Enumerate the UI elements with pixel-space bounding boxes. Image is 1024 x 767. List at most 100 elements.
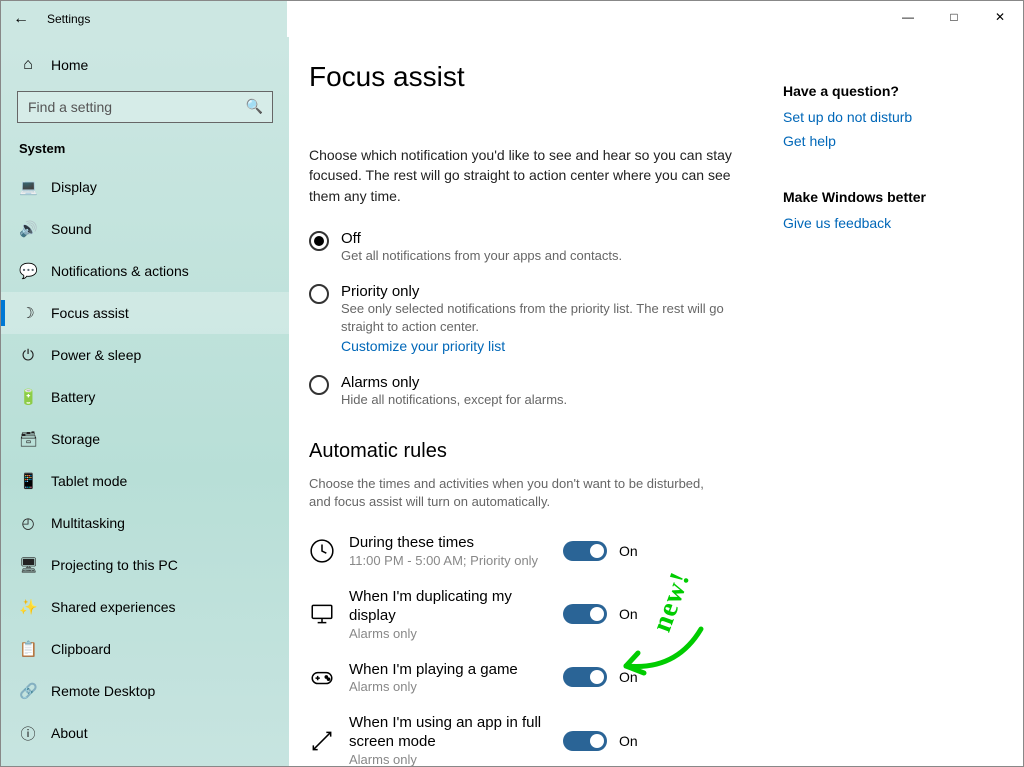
power-icon: ⏻ — [19, 347, 37, 364]
rule-toggle[interactable] — [563, 667, 607, 687]
sidebar-item-about[interactable]: ⓘ About — [1, 712, 289, 754]
sidebar-item-label: Tablet mode — [51, 473, 127, 489]
sidebar-item-multitasking[interactable]: ◴ Multitasking — [1, 502, 289, 544]
radio-indicator — [309, 375, 329, 395]
radio-label: Priority only — [341, 283, 743, 300]
sidebar-item-projecting[interactable]: 🖥 Projecting to this PC — [1, 544, 289, 586]
set-up-dnd-link[interactable]: Set up do not disturb — [783, 109, 1007, 125]
radio-priority-only[interactable]: Priority only See only selected notifica… — [309, 283, 743, 356]
sidebar-item-focus-assist[interactable]: ☽ Focus assist — [1, 292, 289, 334]
rule-playing-game[interactable]: When I'm playing a gameAlarms only On — [309, 661, 743, 695]
toggle-state-label: On — [619, 669, 638, 685]
rule-full-screen-app[interactable]: When I'm using an app in full screen mod… — [309, 714, 743, 766]
rule-duplicating-display[interactable]: When I'm duplicating my displayAlarms on… — [309, 588, 743, 641]
sidebar-item-shared-experiences[interactable]: ✨ Shared experiences — [1, 586, 289, 628]
notifications-icon: 💬 — [19, 262, 37, 280]
titlebar: ← Settings — [1, 1, 1023, 37]
search-icon: 🔍 — [246, 98, 263, 115]
page-description: Choose which notification you'd like to … — [309, 145, 743, 206]
radio-label: Alarms only — [341, 374, 567, 391]
sidebar-item-power-sleep[interactable]: ⏻ Power & sleep — [1, 334, 289, 376]
tablet-icon: 📱 — [19, 472, 37, 490]
rule-subtext: Alarms only — [349, 752, 549, 766]
sidebar-item-label: Remote Desktop — [51, 683, 155, 699]
rule-toggle[interactable] — [563, 731, 607, 751]
rule-label: When I'm using an app in full screen mod… — [349, 714, 549, 752]
sidebar-item-storage[interactable]: 🗃 Storage — [1, 418, 289, 460]
sidebar-item-sound[interactable]: 🔊 Sound — [1, 208, 289, 250]
sidebar-item-label: Display — [51, 179, 97, 195]
gamepad-icon — [309, 664, 335, 690]
rule-toggle[interactable] — [563, 541, 607, 561]
radio-subtext: See only selected notifications from the… — [341, 300, 743, 336]
sidebar-item-notifications[interactable]: 💬 Notifications & actions — [1, 250, 289, 292]
storage-icon: 🗃 — [19, 430, 37, 448]
toggle-state-label: On — [619, 606, 638, 622]
sidebar-item-label: Shared experiences — [51, 599, 176, 615]
sidebar-item-label: Battery — [51, 389, 95, 405]
sidebar-item-label: Power & sleep — [51, 347, 141, 363]
home-nav[interactable]: ⌂ Home — [1, 45, 289, 85]
clipboard-icon: 📋 — [19, 640, 37, 658]
close-button[interactable]: ✕ — [977, 1, 1023, 33]
display-icon: 💻 — [19, 178, 37, 196]
page-title: Focus assist — [309, 61, 743, 93]
radio-indicator — [309, 284, 329, 304]
radio-subtext: Get all notifications from your apps and… — [341, 247, 622, 265]
focus-assist-icon: ☽ — [19, 304, 37, 322]
sidebar-item-label: Storage — [51, 431, 100, 447]
remote-desktop-icon: 🔗 — [19, 682, 37, 700]
rule-subtext: Alarms only — [349, 626, 549, 641]
sidebar-item-label: Projecting to this PC — [51, 557, 178, 573]
window-title: Settings — [47, 12, 90, 26]
maximize-button[interactable]: □ — [931, 1, 977, 33]
back-button[interactable]: ← — [13, 10, 41, 28]
search-input[interactable] — [17, 91, 273, 123]
sidebar-item-label: Multitasking — [51, 515, 125, 531]
customize-priority-link[interactable]: Customize your priority list — [341, 338, 505, 354]
radio-off[interactable]: Off Get all notifications from your apps… — [309, 230, 743, 265]
battery-icon: 🔋 — [19, 388, 37, 406]
minimize-button[interactable]: ― — [885, 1, 931, 33]
sidebar-section-label: System — [1, 133, 289, 166]
question-header: Have a question? — [783, 83, 1007, 99]
give-feedback-link[interactable]: Give us feedback — [783, 215, 1007, 231]
main-content: Focus assist Choose which notification y… — [289, 37, 773, 766]
automatic-rules-header: Automatic rules — [309, 440, 743, 463]
automatic-rules-desc: Choose the times and activities when you… — [309, 475, 729, 513]
feedback-header: Make Windows better — [783, 189, 1007, 205]
monitor-icon — [309, 601, 335, 627]
home-icon: ⌂ — [19, 56, 37, 74]
rule-subtext: Alarms only — [349, 679, 549, 694]
sidebar-item-label: Notifications & actions — [51, 263, 189, 279]
rule-subtext: 11:00 PM - 5:00 AM; Priority only — [349, 553, 549, 568]
sidebar-item-label: About — [51, 725, 88, 741]
projecting-icon: 🖥 — [19, 556, 37, 574]
rule-label: When I'm duplicating my display — [349, 588, 549, 626]
multitasking-icon: ◴ — [19, 514, 37, 532]
sidebar-item-label: Focus assist — [51, 305, 129, 321]
rule-toggle[interactable] — [563, 604, 607, 624]
radio-subtext: Hide all notifications, except for alarm… — [341, 391, 567, 409]
sidebar-item-battery[interactable]: 🔋 Battery — [1, 376, 289, 418]
sidebar-item-tablet-mode[interactable]: 📱 Tablet mode — [1, 460, 289, 502]
fullscreen-icon — [309, 728, 335, 754]
shared-icon: ✨ — [19, 598, 37, 616]
sidebar-item-label: Clipboard — [51, 641, 111, 657]
window-controls: ― □ ✕ — [885, 1, 1023, 33]
rule-during-times[interactable]: During these times11:00 PM - 5:00 AM; Pr… — [309, 534, 743, 568]
sidebar-item-clipboard[interactable]: 📋 Clipboard — [1, 628, 289, 670]
about-icon: ⓘ — [19, 723, 37, 744]
rule-label: During these times — [349, 534, 549, 553]
radio-indicator — [309, 231, 329, 251]
sidebar-item-label: Sound — [51, 221, 91, 237]
toggle-state-label: On — [619, 733, 638, 749]
radio-alarms-only[interactable]: Alarms only Hide all notifications, exce… — [309, 374, 743, 409]
sidebar-item-remote-desktop[interactable]: 🔗 Remote Desktop — [1, 670, 289, 712]
right-pane: Have a question? Set up do not disturb G… — [773, 37, 1023, 766]
sound-icon: 🔊 — [19, 220, 37, 238]
sidebar-item-display[interactable]: 💻 Display — [1, 166, 289, 208]
home-label: Home — [51, 57, 88, 73]
get-help-link[interactable]: Get help — [783, 133, 1007, 149]
toggle-state-label: On — [619, 543, 638, 559]
